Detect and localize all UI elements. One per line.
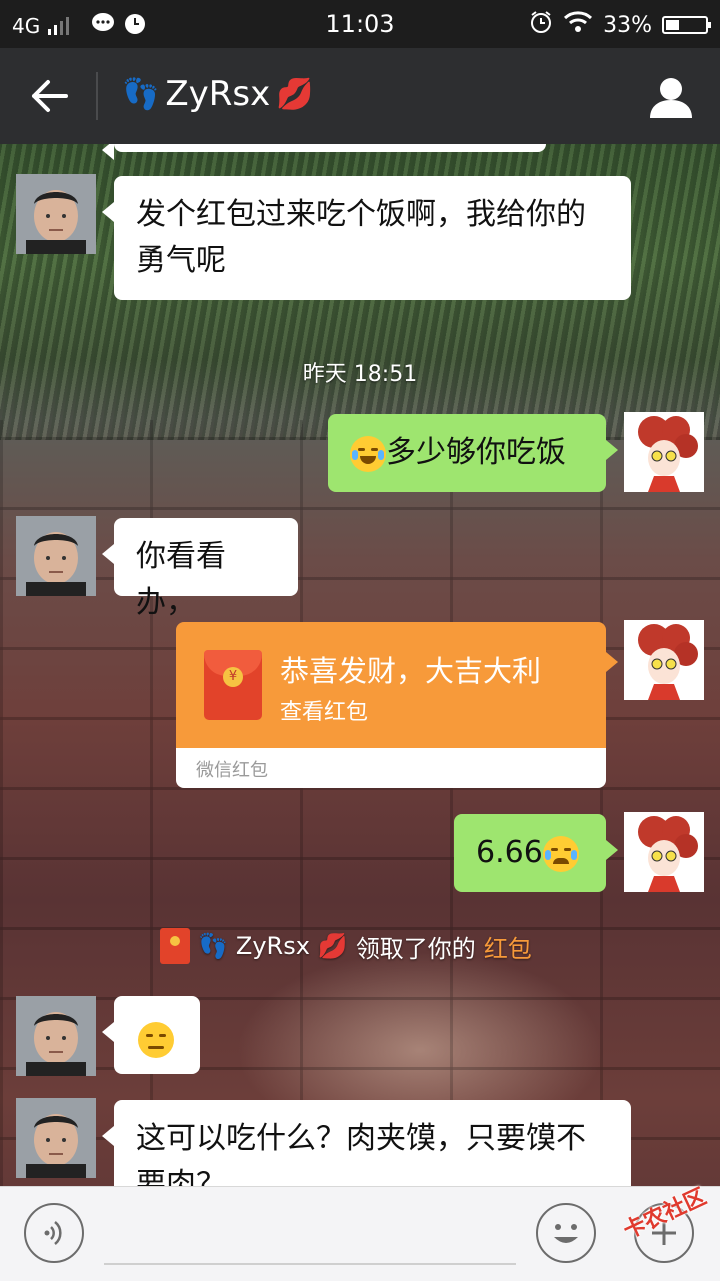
message-bubble-partial	[102, 144, 546, 160]
header-divider	[96, 72, 98, 120]
red-packet-mini-icon	[160, 928, 190, 964]
contact-avatar[interactable]	[16, 1098, 96, 1178]
person-icon	[650, 78, 692, 118]
status-bar: 4G 11:03 33%	[0, 0, 720, 48]
message-input[interactable]	[104, 1263, 516, 1265]
my-avatar[interactable]	[624, 620, 704, 700]
battery-icon	[662, 16, 711, 34]
chat-header: 👣 ZyRsx 💋	[0, 48, 720, 144]
message-text: 你看看办，	[136, 539, 226, 620]
footprints-icon: 👣	[198, 932, 228, 960]
contact-avatar[interactable]	[16, 996, 96, 1076]
message-text: 这可以吃什么？肉夹馍，只要馍不要肉？	[136, 1121, 586, 1186]
red-packet-action: 查看红包	[280, 700, 369, 725]
back-arrow-icon	[32, 80, 68, 112]
battery-fill	[666, 20, 679, 30]
my-avatar[interactable]	[624, 412, 704, 492]
contact-name: ZyRsx	[165, 74, 271, 114]
message-text: 6.66	[476, 835, 543, 870]
contact-avatar[interactable]	[16, 174, 96, 254]
chat-title: 👣 ZyRsx 💋	[122, 74, 314, 114]
message-bubble-received[interactable]: 这可以吃什么？肉夹馍，只要馍不要肉？	[102, 1100, 631, 1186]
voice-button[interactable]	[24, 1203, 84, 1263]
notice-text: 领取了你的	[355, 934, 476, 963]
contact-avatar[interactable]	[16, 516, 96, 596]
unamused-emoji-icon	[138, 1021, 174, 1058]
my-avatar[interactable]	[624, 812, 704, 892]
red-packet-label: 微信红包	[196, 760, 268, 781]
back-button[interactable]	[28, 76, 72, 116]
footprints-icon: 👣	[122, 76, 160, 112]
notice-link[interactable]: 红包	[484, 929, 532, 964]
message-list[interactable]: 发个红包过来吃个饭啊，我给你的勇气呢 昨天 18:51 多少够你吃饭 你看看办，…	[0, 144, 720, 1186]
profile-button[interactable]	[648, 74, 694, 120]
timestamp-label: 昨天 18:51	[302, 362, 418, 387]
status-right: 33%	[529, 10, 711, 40]
message-bubble-sent[interactable]: 6.66	[454, 814, 618, 892]
alarm-icon	[529, 10, 553, 40]
voice-icon	[44, 1221, 62, 1245]
crying-emoji-icon	[542, 835, 579, 872]
message-bubble-received[interactable]: 你看看办，	[102, 518, 298, 620]
notice-name: ZyRsx	[235, 932, 310, 960]
input-bar	[0, 1186, 720, 1281]
red-packet-body: ¥ 恭喜发财，大吉大利 查看红包	[176, 622, 618, 748]
message-bubble-sent[interactable]: 多少够你吃饭	[328, 414, 618, 492]
red-packet-claimed-notice: 👣 ZyRsx 💋 领取了你的 红包	[160, 926, 532, 966]
red-packet-icon: ¥	[204, 650, 262, 720]
wifi-icon	[563, 11, 593, 39]
emoji-button[interactable]	[536, 1203, 596, 1263]
laugh-cry-emoji-icon	[350, 435, 386, 472]
emoji-icon	[554, 1224, 578, 1243]
message-bubble-received[interactable]: 发个红包过来吃个饭啊，我给你的勇气呢	[102, 176, 631, 300]
message-text: 发个红包过来吃个饭啊，我给你的勇气呢	[136, 197, 586, 278]
red-packet-footer: 微信红包	[176, 748, 606, 788]
red-packet-card[interactable]: ¥ 恭喜发财，大吉大利 查看红包 微信红包	[176, 622, 618, 788]
message-bubble-received[interactable]	[102, 996, 200, 1074]
red-packet-title: 恭喜发财，大吉大利	[280, 654, 542, 688]
battery-percent: 33%	[603, 12, 652, 38]
message-text: 多少够你吃饭	[386, 435, 566, 470]
lips-icon: 💋	[317, 932, 348, 960]
lips-icon: 💋	[276, 76, 314, 112]
